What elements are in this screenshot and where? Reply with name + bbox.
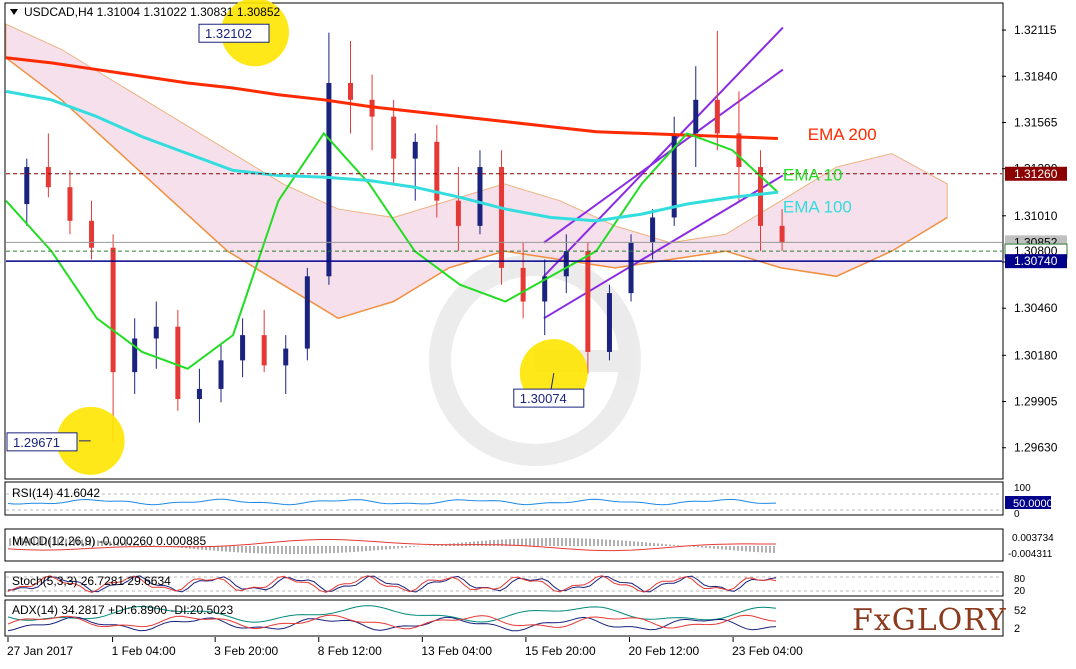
ema-label: EMA 200	[808, 125, 877, 144]
candle-body	[283, 348, 289, 366]
price-tick-label: 1.30460	[1014, 301, 1058, 315]
candle-body	[650, 217, 656, 243]
candle-body	[132, 338, 138, 373]
adx-tick-2: 2	[1014, 623, 1020, 635]
candle-body	[714, 99, 720, 134]
candle-body	[153, 326, 159, 339]
candle-body	[455, 200, 461, 226]
candle-body	[326, 83, 332, 277]
price-tag-text: 1.30740	[1014, 254, 1058, 268]
candle-body	[520, 267, 526, 302]
candle-body	[196, 388, 202, 399]
brand-logo-text: FxGLORY	[852, 602, 1007, 638]
candle-body	[89, 220, 95, 248]
ema-label: EMA 100	[783, 197, 852, 216]
time-tick-label: 15 Feb 20:00	[525, 644, 596, 658]
price-tick-label: 1.29630	[1014, 441, 1058, 455]
candle-body	[45, 167, 51, 188]
candle-body	[563, 251, 569, 277]
annotation-text: 1.30074	[520, 391, 567, 406]
rsi-tick-100: 100	[1014, 483, 1031, 494]
candle-body	[175, 326, 181, 399]
time-axis: 27 Jan 2017 1 Feb 04:00 3 Feb 20:00 8 Feb 1…	[7, 637, 803, 658]
candle-body	[347, 83, 353, 100]
rsi-label: RSI(14) 41.6042	[12, 486, 100, 500]
candle-body	[240, 335, 246, 361]
candle-body	[304, 276, 310, 349]
candle-body	[24, 167, 30, 205]
stoch-tick-80: 80	[1014, 574, 1026, 585]
stoch-label: Stoch(5,3,3) 26.7281 29.6634	[12, 574, 171, 588]
candle-body	[391, 116, 397, 159]
candle-body	[606, 293, 612, 352]
candle-body	[779, 225, 785, 243]
candle-body	[499, 167, 505, 268]
time-tick-label: 13 Feb 04:00	[421, 644, 492, 658]
candle-body	[628, 242, 634, 294]
stoch-tick-20: 20	[1014, 586, 1026, 597]
time-tick-label: 1 Feb 04:00	[112, 644, 176, 658]
candle-body	[110, 247, 116, 373]
price-tick-label: 1.31840	[1014, 69, 1058, 83]
price-tick-label: 1.32115	[1014, 23, 1057, 37]
adx-tick-52: 52	[1014, 605, 1026, 617]
candle-body	[412, 141, 418, 159]
adx-label: ADX(14) 34.2817 +DI:6.8900 -DI:20.5023	[12, 603, 233, 617]
candle-body	[218, 360, 224, 389]
macd-label: MACD(12,26,9) -0.000260 0.000885	[12, 534, 206, 548]
price-tick-label: 1.30180	[1014, 348, 1058, 362]
brand-logo: FxGLORY	[852, 600, 1006, 640]
price-tick-label: 1.29905	[1014, 395, 1058, 409]
time-tick-label: 27 Jan 2017	[7, 644, 73, 658]
macd-tick-top: 0.003734	[1012, 533, 1054, 544]
candle-body	[585, 251, 591, 352]
chart-header: USDCAD,H4 1.31004 1.31022 1.30831 1.3085…	[24, 5, 281, 19]
annotation-text: 1.32102	[205, 26, 252, 41]
ema-label: EMA 10	[783, 165, 843, 184]
candle-body	[693, 99, 699, 134]
time-tick-label: 23 Feb 04:00	[732, 644, 803, 658]
forex-chart: 1.32102 1.30074 1.29671 1.32115 1.31840 1.31…	[4, 0, 1068, 658]
macd-tick-bottom: -0.004311	[1008, 549, 1053, 560]
candle-body	[261, 335, 267, 366]
annotation-text: 1.29671	[13, 435, 60, 450]
candle-body	[477, 167, 483, 226]
price-tick-label: 1.31565	[1014, 116, 1058, 130]
time-tick-label: 8 Feb 12:00	[318, 644, 382, 658]
price-tag-text: 1.31260	[1014, 167, 1058, 181]
price-tick-label: 1.31010	[1014, 209, 1058, 223]
time-tick-label: 3 Feb 20:00	[214, 644, 278, 658]
rsi-tick-0: 0	[1014, 509, 1020, 520]
time-tick-label: 20 Feb 12:00	[629, 644, 700, 658]
candle-body	[67, 187, 73, 221]
